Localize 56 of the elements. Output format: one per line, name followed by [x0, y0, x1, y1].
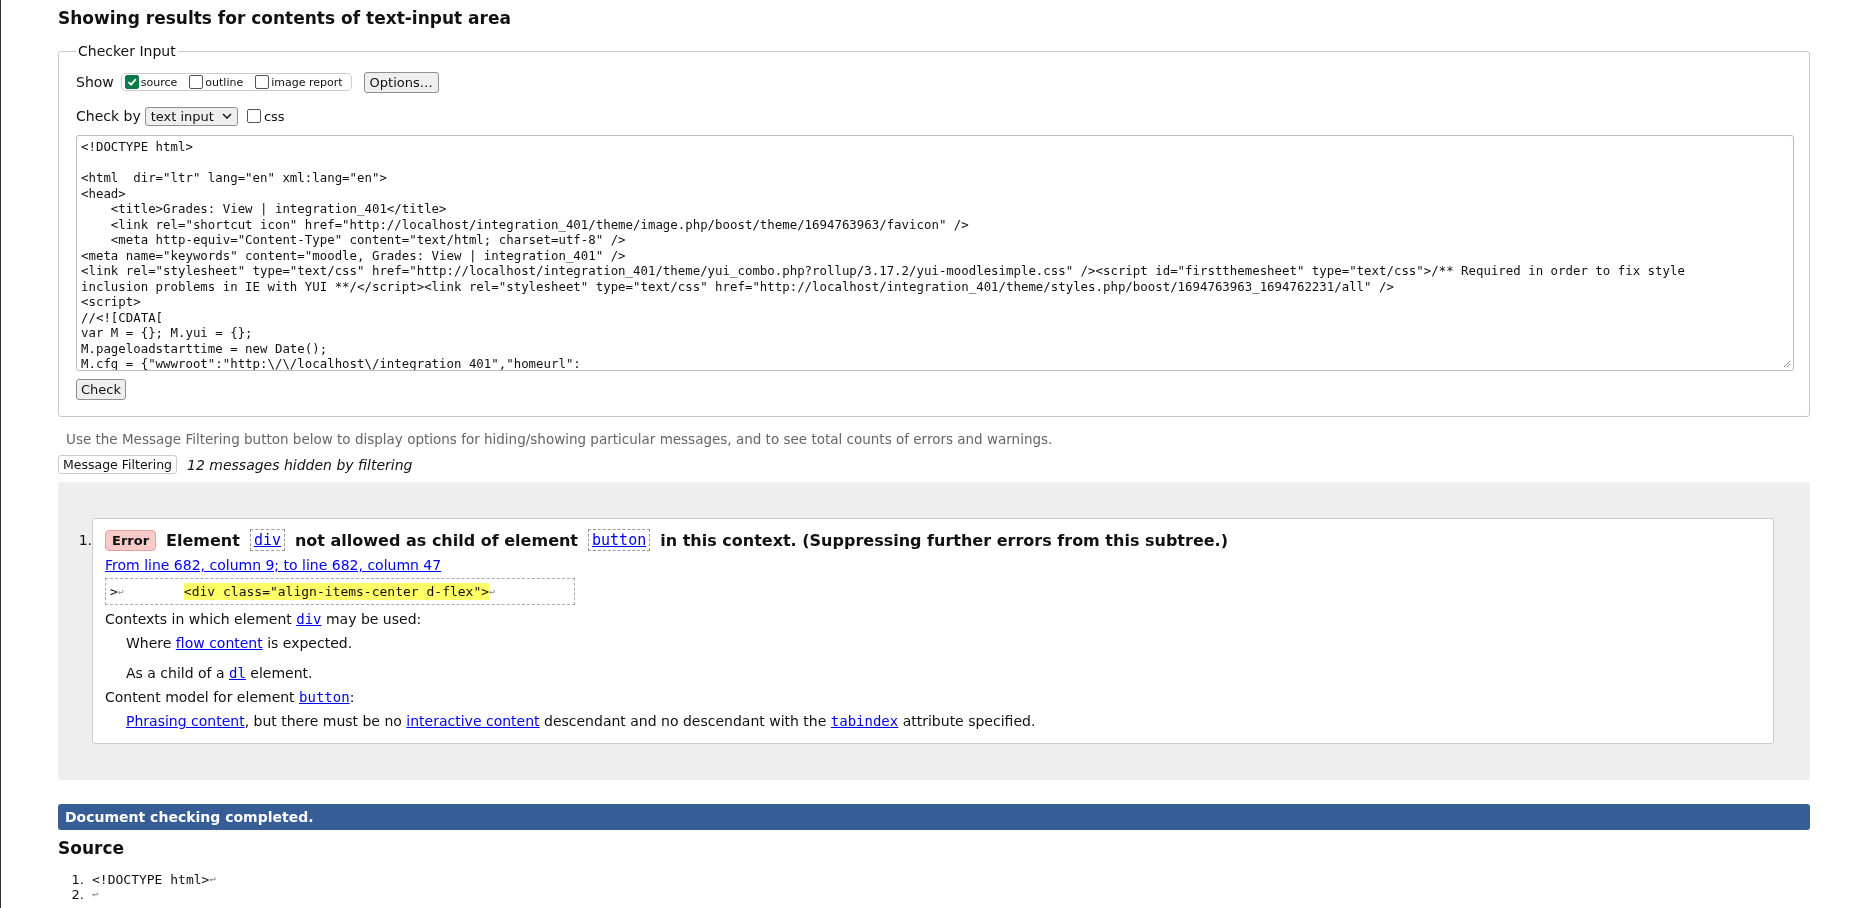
- filter-hint-text: Use the Message Filtering button below to display options for hiding/showing particular messages, and to see total counts of errors and warnings.: [66, 431, 1054, 447]
- description-text: element.: [249, 665, 313, 681]
- message-number: 1.: [77, 532, 92, 548]
- line-break-mark: ↩: [209, 872, 217, 887]
- check-button[interactable]: Check: [76, 379, 126, 400]
- message-text: not allowed as child of element: [294, 530, 578, 550]
- checkbox-label: outline: [205, 75, 244, 89]
- caret-icon: [221, 113, 232, 119]
- check-by-dropdown[interactable]: text input: [144, 106, 238, 126]
- element-link[interactable]: div: [296, 611, 322, 627]
- description-text: Where: [126, 635, 173, 651]
- show-label: Show: [76, 74, 114, 90]
- source-heading: Source: [58, 838, 126, 858]
- checkbox[interactable]: [189, 75, 204, 89]
- checkbox-label: source: [140, 75, 178, 89]
- description-text: , but there must be no: [244, 713, 403, 729]
- results-heading: Showing results for contents of text-input area: [58, 7, 512, 29]
- resize-handle-icon[interactable]: [1781, 358, 1791, 368]
- line-number: 1.: [70, 872, 84, 887]
- line-break-mark: ↩: [489, 585, 496, 599]
- checkbox[interactable]: [124, 75, 139, 89]
- description-text: is expected.: [266, 635, 353, 651]
- description-text: As a child of a: [126, 665, 226, 681]
- description-text: Content model for element: [105, 689, 296, 705]
- description-text: Contexts in which element: [105, 611, 293, 627]
- element-link[interactable]: dl: [229, 665, 246, 681]
- description-text: may be used:: [324, 611, 422, 627]
- status-bar: Document checking completed.: [58, 804, 1810, 830]
- spec-link[interactable]: Phrasing content: [126, 713, 245, 729]
- line-number: 2.: [70, 887, 84, 902]
- message-text: Element: [166, 530, 240, 550]
- message-filtering-button[interactable]: Message Filtering: [58, 455, 178, 474]
- location-link[interactable]: From line 682, column 9; to line 682, column 47: [105, 557, 442, 573]
- spec-link[interactable]: flow content: [175, 635, 263, 651]
- checkbox-label: image report: [271, 75, 343, 89]
- description-text: attribute specified.: [901, 713, 1036, 729]
- line-break-mark: ↩: [117, 585, 124, 599]
- spec-link[interactable]: interactive content: [406, 713, 540, 729]
- checkbox-label: css: [263, 108, 285, 124]
- element-link[interactable]: tabindex: [830, 713, 899, 729]
- checkbox[interactable]: [255, 75, 270, 89]
- description-text: descendant and no descendant with the: [543, 713, 828, 729]
- element-link[interactable]: button: [299, 689, 350, 705]
- message-text: in this context. (Suppressing further errors from this subtree.): [660, 530, 1228, 550]
- error-badge: Error: [105, 529, 157, 551]
- extract-text: >: [110, 583, 118, 600]
- line-break-mark: ↩: [92, 887, 99, 902]
- checkbox[interactable]: [246, 109, 261, 123]
- check-by-label: Check by: [76, 108, 141, 124]
- options-button[interactable]: Options…: [363, 71, 439, 93]
- hidden-messages-count: 12 messages hidden by filtering: [187, 456, 413, 473]
- element-link[interactable]: div: [249, 529, 285, 551]
- element-link[interactable]: button: [588, 529, 651, 551]
- source-code-line: <!DOCTYPE html>: [92, 872, 210, 887]
- panel-legend: Checker Input: [76, 43, 178, 59]
- description-text: :: [349, 689, 355, 705]
